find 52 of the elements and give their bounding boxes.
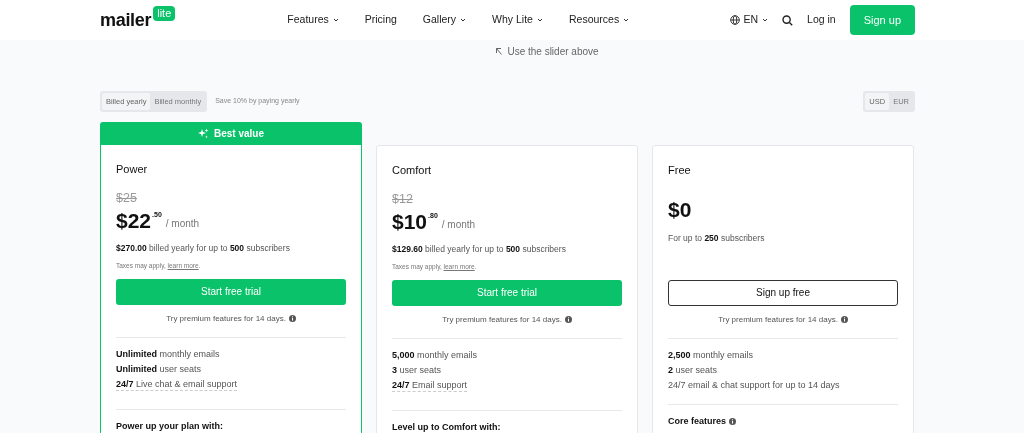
badge-label: Best value: [214, 127, 264, 142]
old-price: $25: [116, 191, 137, 205]
info-icon[interactable]: [729, 417, 737, 425]
feature-text: 5,000 monthly emails: [392, 349, 478, 360]
caret-icon: [536, 18, 543, 23]
plan-name: Comfort: [392, 163, 433, 179]
arrow-icon: [495, 47, 504, 56]
info-icon[interactable]: [564, 315, 572, 323]
caret-icon: [460, 18, 467, 23]
caret-icon: [332, 18, 339, 23]
feature-text: 24/7 Live chat & email support: [116, 377, 238, 391]
section-heading: Level up to Comfort with:: [392, 421, 501, 432]
sign-up-button[interactable]: Sign up free: [668, 279, 898, 306]
menu-link[interactable]: Features: [287, 12, 339, 28]
feature-text: 2 user seats: [668, 364, 718, 375]
feature-text: Unlimited user seats: [116, 363, 202, 374]
feature-text: 24/7 Email support: [392, 378, 468, 392]
slider-hint: Use the slider above: [507, 46, 599, 57]
feature-text: Unlimited monthly emails: [116, 348, 220, 359]
info-icon[interactable]: [288, 314, 296, 322]
feature-text: 2,500 monthly emails: [668, 349, 754, 360]
price: $10: [392, 210, 428, 232]
caret-icon: [623, 18, 630, 23]
menu-link[interactable]: Gallery: [422, 12, 467, 28]
search-icon[interactable]: [782, 14, 794, 26]
plan-name: Free: [668, 163, 692, 179]
price: $22: [116, 209, 152, 231]
trial-note: Try premium features for 14 days.: [442, 314, 562, 324]
billing-details: $270.00 billed yearly for up to 500 subscribers: [116, 241, 291, 255]
globe-icon: [730, 15, 741, 25]
section-heading: Power up your plan with:: [116, 420, 223, 431]
menu-link[interactable]: Pricing: [364, 12, 397, 28]
info-icon[interactable]: [840, 315, 848, 323]
caret-icon: [762, 18, 769, 22]
price: $0: [668, 198, 692, 220]
old-price: $12: [392, 192, 413, 206]
section-heading: Core features: [668, 415, 727, 426]
sparkle-icon: [198, 128, 209, 140]
login-link[interactable]: Log in: [807, 12, 836, 28]
billing-details: $129.60 billed yearly for up to 500 subscribers: [392, 242, 567, 256]
menu-link[interactable]: Resources: [568, 12, 630, 28]
menu-link[interactable]: Why Lite: [492, 12, 543, 28]
billing-details: For up to 250 subscribers: [668, 231, 766, 245]
price-period: / month: [165, 216, 200, 231]
feature-text: 3 user seats: [392, 364, 442, 375]
trial-note: Try premium features for 14 days.: [718, 314, 838, 324]
logo-text[interactable]: mailer: [100, 6, 152, 34]
language-selector[interactable]: EN: [730, 12, 769, 28]
trial-note: Try premium features for 14 days.: [166, 313, 286, 323]
feature-text: 24/7 email & chat support for up to 14 days: [668, 379, 840, 390]
plan-name: Power: [116, 162, 149, 178]
price-period: / month: [441, 217, 476, 232]
